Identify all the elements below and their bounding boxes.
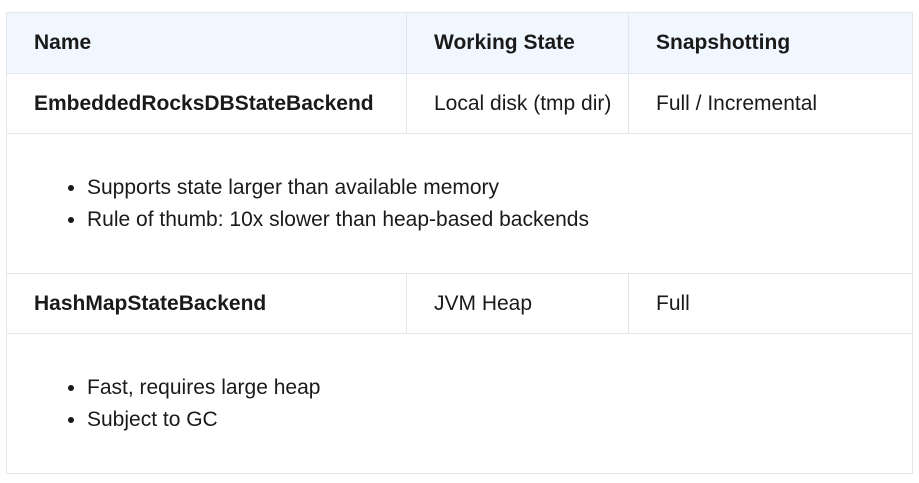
list-item: Rule of thumb: 10x slower than heap-base…	[87, 204, 912, 236]
list-item: Subject to GC	[87, 404, 912, 436]
backend-snapshotting: Full / Incremental	[628, 73, 913, 134]
table-detail-row: Fast, requires large heap Subject to GC	[6, 333, 913, 474]
backend-name: EmbeddedRocksDBStateBackend	[6, 73, 407, 134]
state-backends-table: Name Working State Snapshotting Embedded…	[6, 12, 913, 474]
backend-notes-cell: Fast, requires large heap Subject to GC	[6, 333, 913, 474]
backend-name: HashMapStateBackend	[6, 273, 407, 334]
backend-notes-list: Fast, requires large heap Subject to GC	[34, 372, 912, 436]
backend-snapshotting: Full	[628, 273, 913, 334]
header-working-state: Working State	[406, 12, 629, 74]
table-row: HashMapStateBackend JVM Heap Full	[6, 273, 913, 334]
backend-working-state: JVM Heap	[406, 273, 629, 334]
table-row: EmbeddedRocksDBStateBackend Local disk (…	[6, 73, 913, 134]
table-header-row: Name Working State Snapshotting	[6, 12, 913, 74]
list-item: Supports state larger than available mem…	[87, 172, 912, 204]
backend-working-state: Local disk (tmp dir)	[406, 73, 629, 134]
list-item: Fast, requires large heap	[87, 372, 912, 404]
header-name: Name	[6, 12, 407, 74]
table-detail-row: Supports state larger than available mem…	[6, 133, 913, 274]
backend-notes-cell: Supports state larger than available mem…	[6, 133, 913, 274]
backend-notes-list: Supports state larger than available mem…	[34, 172, 912, 236]
header-snapshotting: Snapshotting	[628, 12, 913, 74]
